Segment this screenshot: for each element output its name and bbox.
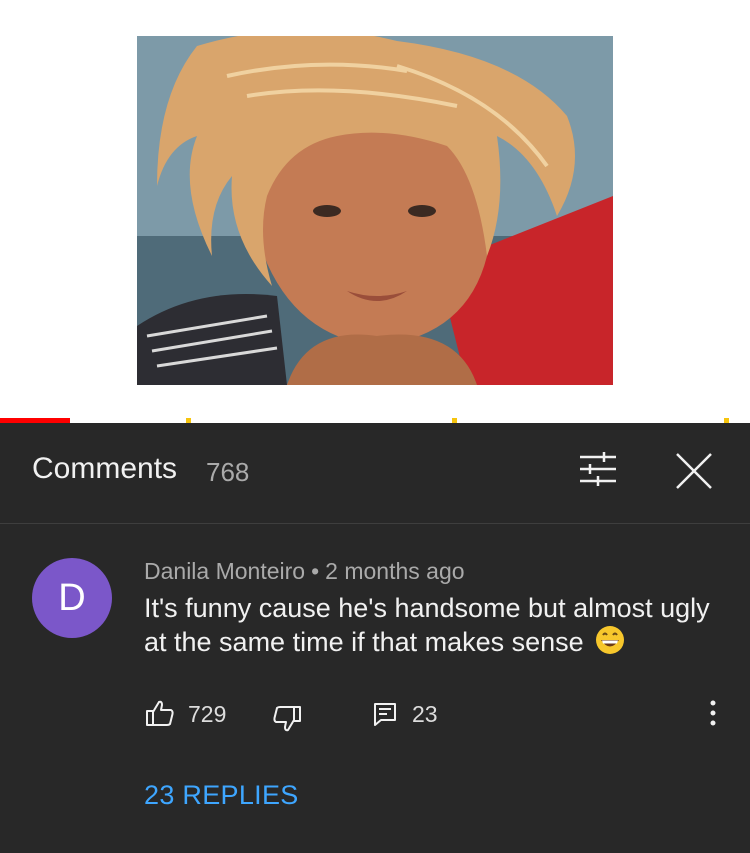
meta-separator: • xyxy=(311,558,320,584)
more-vertical-icon[interactable] xyxy=(700,698,726,728)
grinning-face-icon xyxy=(596,626,625,654)
close-icon[interactable] xyxy=(674,451,714,491)
sort-filter-icon[interactable] xyxy=(578,451,618,487)
thumbs-down-icon[interactable] xyxy=(272,704,302,734)
comment-actions: 729 23 xyxy=(0,694,750,734)
comment-item: D Danila Monteiro • 2 months ago It's funn… xyxy=(0,524,750,853)
like-count: 729 xyxy=(188,701,227,727)
thumbs-up-icon[interactable] xyxy=(145,698,175,728)
comments-header: Comments 768 xyxy=(0,423,750,524)
video-thumbnail xyxy=(137,36,613,385)
reply-icon[interactable] xyxy=(372,701,398,727)
reply-count: 23 xyxy=(412,701,438,727)
video-player[interactable] xyxy=(0,0,750,418)
comment-time: 2 months ago xyxy=(325,558,465,584)
comment-author[interactable]: Danila Monteiro xyxy=(144,558,305,584)
comment-meta: Danila Monteiro • 2 months ago xyxy=(144,558,465,585)
comments-panel: Comments 768 D Danila Monteiro • 2 months … xyxy=(0,423,750,853)
avatar[interactable]: D xyxy=(32,558,112,638)
comments-title: Comments xyxy=(32,452,178,485)
comments-count: 768 xyxy=(206,457,250,487)
view-replies-link[interactable]: 23 REPLIES xyxy=(144,780,299,811)
comment-text: It's funny cause he's handsome but almos… xyxy=(144,592,714,659)
